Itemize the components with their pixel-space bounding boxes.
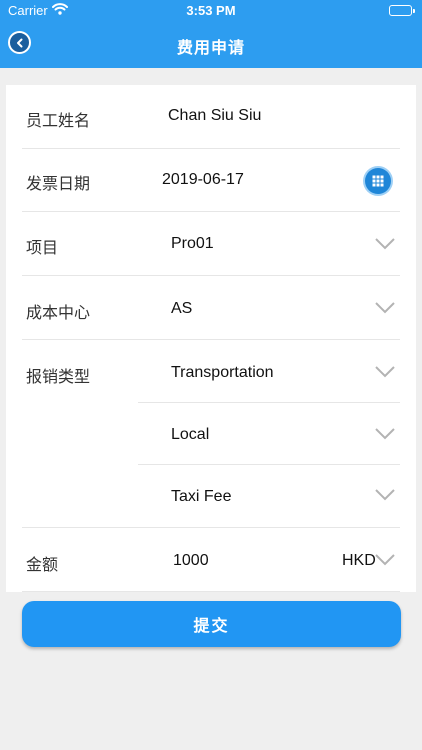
currency-value[interactable]: HKD (342, 552, 376, 570)
cost-center-label: 成本中心 (26, 305, 91, 322)
expense-type-level-1-value[interactable]: Transportation (171, 364, 274, 382)
status-bar: Carrier 3:53 PM (0, 0, 422, 22)
divider (22, 591, 400, 592)
amount-input[interactable]: 1000 (173, 552, 209, 570)
employee-name-label: 员工姓名 (26, 113, 91, 130)
project-row[interactable]: 项目 Pro01 (6, 212, 416, 276)
amount-label: 金额 (26, 557, 59, 574)
submit-button[interactable]: 提交 (22, 601, 401, 647)
chevron-down-icon[interactable] (374, 427, 396, 441)
divider (138, 464, 400, 465)
expense-form: 员工姓名 Chan Siu Siu 发票日期 2019-06-17 项目 Pro… (6, 85, 416, 592)
divider (138, 402, 400, 403)
chevron-down-icon[interactable] (374, 301, 396, 315)
chevron-down-icon[interactable] (374, 553, 396, 567)
cost-center-row[interactable]: 成本中心 AS (6, 276, 416, 340)
chevron-down-icon[interactable] (374, 237, 396, 251)
invoice-date-row[interactable]: 发票日期 2019-06-17 (6, 149, 416, 212)
project-label: 项目 (26, 240, 59, 257)
cost-center-value[interactable]: AS (171, 300, 192, 318)
nav-bar: 费用申请 (0, 22, 422, 68)
invoice-date-value[interactable]: 2019-06-17 (162, 171, 244, 189)
expense-type-label: 报销类型 (26, 369, 91, 386)
employee-name-row: 员工姓名 Chan Siu Siu (6, 85, 416, 149)
expense-type-row: 报销类型 Transportation Local Taxi Fee (6, 340, 416, 528)
employee-name-value: Chan Siu Siu (168, 107, 262, 124)
invoice-date-label: 发票日期 (26, 176, 91, 193)
page-title: 费用申请 (176, 40, 245, 57)
calendar-grid-icon[interactable] (365, 168, 391, 194)
expense-type-level-3-value[interactable]: Taxi Fee (171, 488, 231, 506)
chevron-down-icon[interactable] (374, 365, 396, 379)
amount-row: 金额 1000 HKD (6, 528, 416, 592)
chevron-down-icon[interactable] (374, 488, 396, 502)
status-time: 3:53 PM (186, 3, 236, 18)
project-value[interactable]: Pro01 (171, 235, 214, 253)
expense-type-level-2-value[interactable]: Local (171, 426, 209, 444)
battery-icon (389, 5, 415, 16)
